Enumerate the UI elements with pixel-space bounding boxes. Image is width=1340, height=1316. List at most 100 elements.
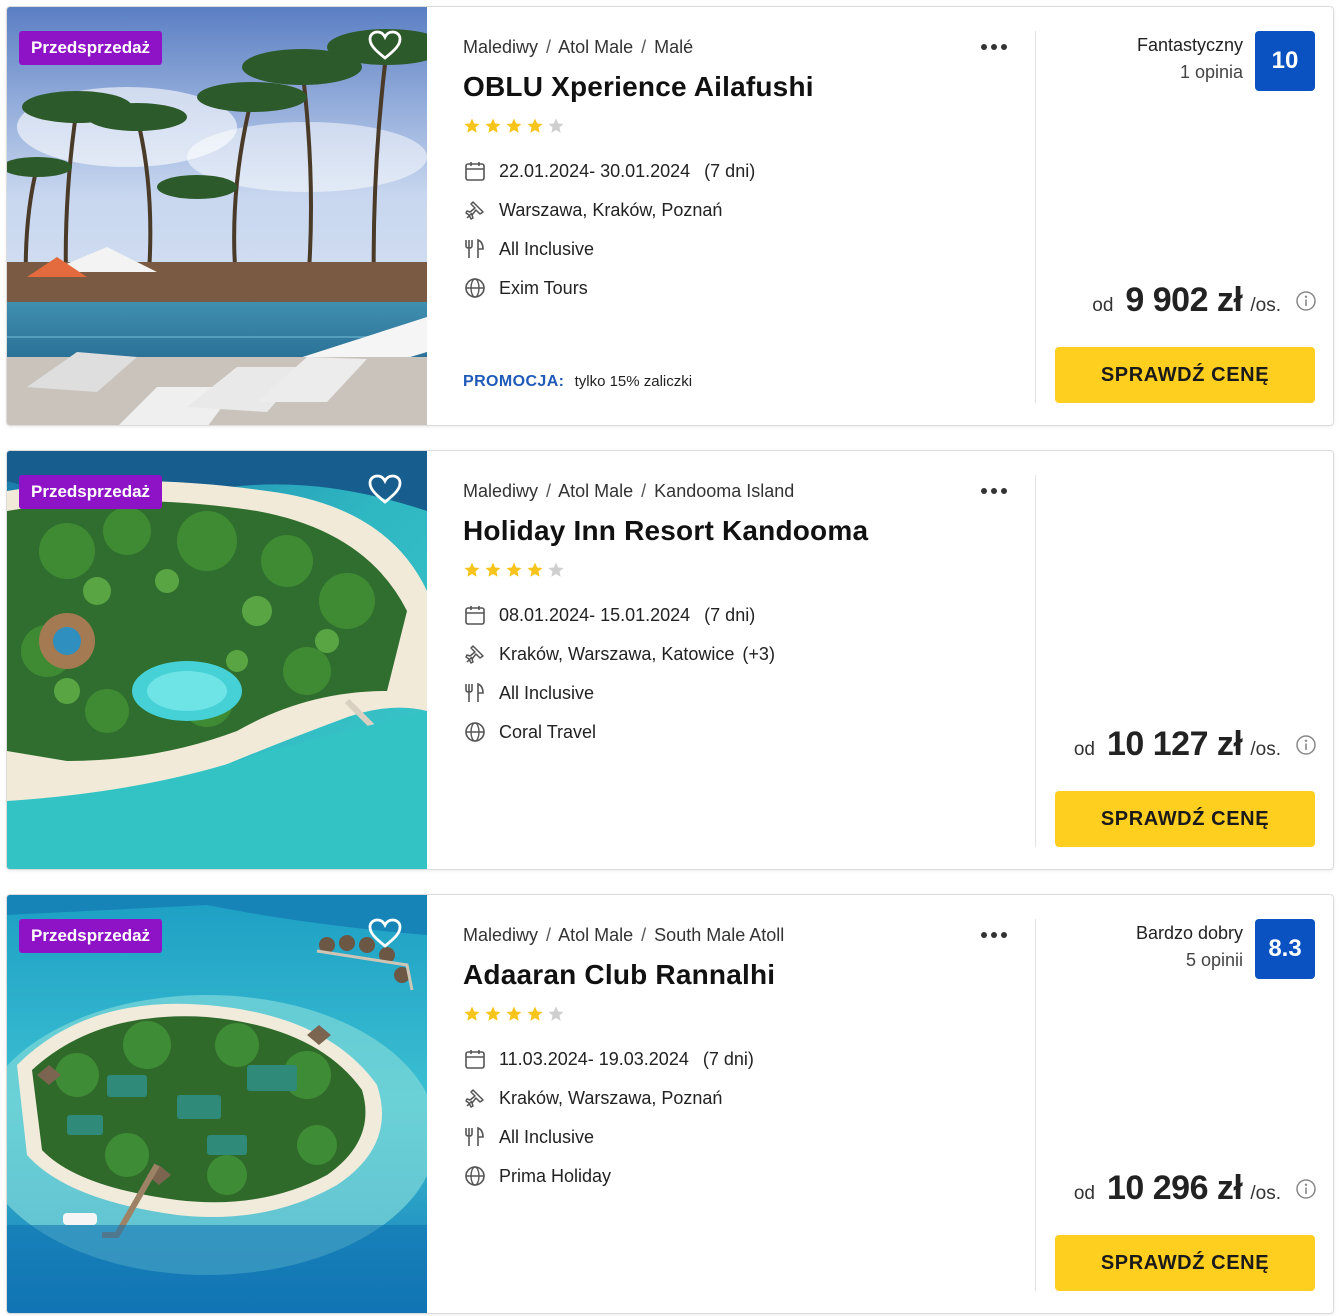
calendar-icon [463, 1047, 487, 1071]
hotel-title[interactable]: OBLU Xperience Ailafushi [463, 71, 814, 103]
plane-icon [463, 1086, 487, 1110]
star-icon [548, 118, 564, 133]
rating-word: Fantastyczny [1136, 35, 1243, 55]
price-block: od 10 127 zł /os. [1074, 725, 1317, 764]
price-suffix: /os. [1250, 1183, 1281, 1204]
breadcrumb-separator: / [641, 481, 647, 501]
hotel-stars [463, 117, 568, 137]
nights-text: (7 dni) [702, 1048, 754, 1069]
hotel-title[interactable]: Adaaran Club Rannalhi [463, 959, 775, 991]
info-icon[interactable] [1295, 1178, 1317, 1200]
globe-icon [463, 720, 487, 744]
pool-beach-image [7, 7, 427, 425]
board-text: All Inclusive [499, 1126, 595, 1147]
price-prefix: od [1092, 295, 1114, 316]
price-amount: 10 296 zł [1106, 1169, 1243, 1207]
review-count[interactable]: 5 opinii [1136, 950, 1243, 971]
breadcrumb-place[interactable]: Kandooma Island [654, 481, 794, 501]
promo-line: PROMOCJA: tylko 15% zaliczki [463, 373, 692, 391]
hotel-title[interactable]: Holiday Inn Resort Kandooma [463, 515, 868, 547]
breadcrumb-place[interactable]: Malé [654, 37, 693, 57]
operator-row: Coral Travel [463, 719, 596, 745]
dates-row: 22.01.2024- 30.01.2024 (7 dni) [463, 158, 755, 184]
offer-info: Malediwy / Atol Male / South Male Atoll … [463, 895, 1023, 1313]
rating-score: 8.3 [1255, 919, 1315, 979]
nights-text: (7 dni) [704, 160, 756, 181]
breadcrumb-separator: / [546, 925, 552, 945]
breadcrumb-region[interactable]: Atol Male [558, 37, 633, 57]
divider [1035, 31, 1036, 403]
star-icon [485, 1006, 501, 1021]
breadcrumb-separator: / [546, 37, 552, 57]
plane-icon [463, 642, 487, 666]
more-dots-icon[interactable] [979, 925, 1011, 945]
presale-badge: Przedsprzedaż [19, 475, 163, 509]
breadcrumb-separator: / [641, 925, 647, 945]
hotel-photo[interactable]: Przedsprzedaż [7, 7, 427, 425]
heart-icon[interactable] [367, 473, 403, 505]
star-icon [506, 1006, 522, 1021]
check-price-button[interactable]: SPRAWDŹ CENĘ [1055, 347, 1315, 403]
fork-knife-icon [463, 237, 487, 261]
operator-text: Prima Holiday [499, 1165, 612, 1186]
globe-icon [463, 276, 487, 300]
more-dots-icon[interactable] [979, 481, 1011, 501]
breadcrumb-place[interactable]: South Male Atoll [654, 925, 784, 945]
rating-block[interactable]: Bardzo dobry 5 opinii 8.3 [1136, 919, 1315, 979]
departure-text: Kraków, Warszawa, Katowice [499, 643, 735, 664]
breadcrumb-separator: / [546, 481, 552, 501]
star-icon [548, 1006, 564, 1021]
departure-text: Kraków, Warszawa, Poznań [499, 1087, 723, 1108]
offer-card[interactable]: Przedsprzedaż Malediwy / Atol Male / Kan… [6, 450, 1334, 870]
breadcrumb-country[interactable]: Malediwy [463, 37, 538, 57]
price-block: od 9 902 zł /os. [1092, 281, 1317, 320]
breadcrumb-region[interactable]: Atol Male [558, 481, 633, 501]
price-prefix: od [1073, 739, 1095, 760]
divider [1035, 475, 1036, 847]
breadcrumb-country[interactable]: Malediwy [463, 925, 538, 945]
calendar-icon [463, 159, 487, 183]
fork-knife-icon [463, 1125, 487, 1149]
board-row: All Inclusive [463, 236, 594, 262]
star-icon [464, 1006, 480, 1021]
check-price-button[interactable]: SPRAWDŹ CENĘ [1055, 1235, 1315, 1291]
star-icon [485, 562, 501, 577]
atoll-aerial-image [7, 895, 427, 1313]
island-aerial-image [7, 451, 427, 869]
fork-knife-icon [463, 681, 487, 705]
offer-card[interactable]: Przedsprzedaż Malediwy / Atol Male / Sou… [6, 894, 1334, 1314]
info-icon[interactable] [1295, 290, 1317, 312]
rating-block[interactable]: Fantastyczny 1 opinia 10 [1137, 31, 1315, 91]
info-icon[interactable] [1295, 734, 1317, 756]
promo-label: PROMOCJA: [463, 373, 565, 390]
hotel-stars [463, 1005, 568, 1025]
dates-text: 08.01.2024- 15.01.2024 [499, 604, 691, 625]
hotel-stars [463, 561, 568, 581]
rating-score: 10 [1255, 31, 1315, 91]
departure-more[interactable]: (+3) [742, 644, 775, 665]
review-count[interactable]: 1 opinia [1137, 62, 1243, 83]
board-row: All Inclusive [463, 680, 594, 706]
star-icon [527, 118, 543, 133]
price-suffix: /os. [1250, 739, 1281, 760]
departure-row: Warszawa, Kraków, Poznań [463, 197, 730, 223]
nights-text: (7 dni) [704, 604, 756, 625]
heart-icon[interactable] [367, 917, 403, 949]
rating-text: Fantastyczny 1 opinia [1137, 31, 1243, 83]
star-icon [527, 1006, 543, 1021]
departure-row: Kraków, Warszawa, Poznań [463, 1085, 730, 1111]
check-price-button[interactable]: SPRAWDŹ CENĘ [1055, 791, 1315, 847]
offer-info: Malediwy / Atol Male / Kandooma Island H… [463, 451, 1023, 869]
offer-card[interactable]: Przedsprzedaż Malediwy / Atol Male / Mal… [6, 6, 1334, 426]
departure-row: Kraków, Warszawa, Katowice (+3) [463, 641, 775, 667]
hotel-photo[interactable]: Przedsprzedaż [7, 895, 427, 1313]
heart-icon[interactable] [367, 29, 403, 61]
breadcrumb-country[interactable]: Malediwy [463, 481, 538, 501]
board-text: All Inclusive [499, 682, 595, 703]
board-text: All Inclusive [499, 238, 595, 259]
breadcrumb-region[interactable]: Atol Male [558, 925, 633, 945]
presale-badge: Przedsprzedaż [19, 31, 163, 65]
promo-text: tylko 15% zaliczki [574, 373, 693, 390]
hotel-photo[interactable]: Przedsprzedaż [7, 451, 427, 869]
more-dots-icon[interactable] [979, 37, 1011, 57]
